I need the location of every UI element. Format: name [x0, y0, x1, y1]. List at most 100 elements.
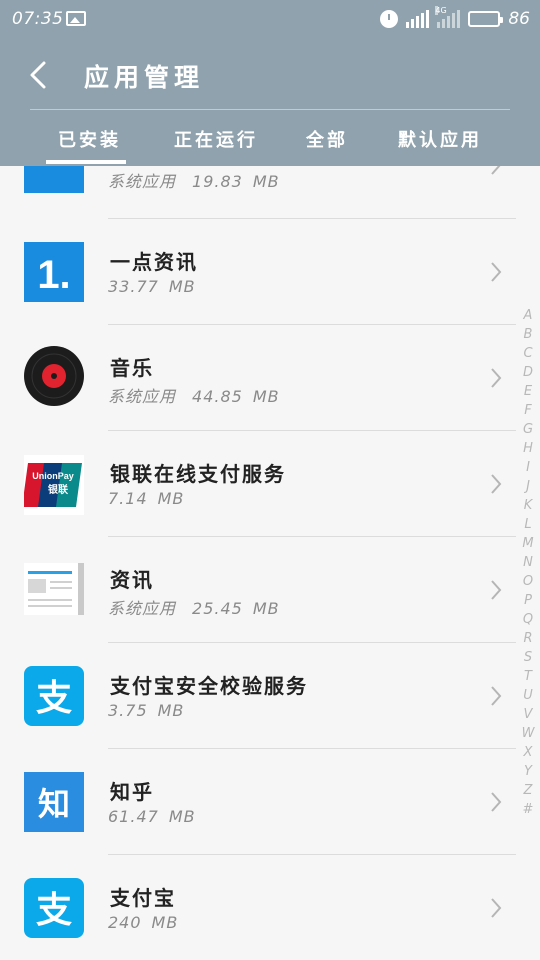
chevron-right-icon: [491, 166, 501, 175]
tab-installed[interactable]: 已安装: [58, 126, 121, 152]
list-item[interactable]: 知 知乎 61.47 MB: [0, 749, 516, 855]
alphabet-index-letter[interactable]: A: [524, 306, 533, 325]
battery-percent: 86: [508, 9, 530, 29]
alphabet-index-letter[interactable]: Z: [524, 781, 533, 800]
chevron-right-icon: [491, 262, 502, 282]
alphabet-index-letter[interactable]: #: [523, 800, 534, 819]
signal-icon: [406, 10, 430, 28]
app-meta: 3.75 MB: [108, 701, 184, 720]
alphabet-index-letter[interactable]: L: [524, 515, 531, 534]
list-item[interactable]: 系统应用 19.83 MB: [0, 166, 516, 218]
list-item[interactable]: UnionPay 银联 银联在线支付服务 7.14 MB: [0, 431, 516, 537]
alipay-icon: 支: [24, 878, 84, 938]
app-meta: 240 MB: [108, 913, 178, 932]
alphabet-index-letter[interactable]: C: [523, 344, 532, 363]
system-app-label: 系统应用: [108, 172, 177, 191]
app-size: 44.85: [192, 387, 243, 406]
alphabet-index-letter[interactable]: R: [523, 629, 532, 648]
zhihu-icon: 知: [24, 772, 84, 832]
alphabet-index-letter[interactable]: M: [522, 534, 533, 553]
unionpay-icon-cn: 银联: [48, 483, 68, 496]
alphabet-index-letter[interactable]: V: [524, 705, 533, 724]
alphabet-index-letter[interactable]: I: [526, 458, 530, 477]
image-notification-icon: [66, 11, 86, 26]
app-size: 3.75: [108, 701, 148, 720]
app-size-unit: MB: [151, 913, 179, 932]
app-size: 25.45: [192, 599, 243, 618]
alphabet-index-letter[interactable]: W: [522, 724, 535, 743]
tab-all[interactable]: 全部: [306, 126, 348, 152]
blue-app-icon: [24, 166, 84, 193]
app-name: 资讯: [110, 568, 154, 592]
list-item[interactable]: 1. 一点资讯 33.77 MB: [0, 219, 516, 325]
list-item[interactable]: 支 支付宝安全校验服务 3.75 MB: [0, 643, 516, 749]
chevron-right-icon: [491, 792, 502, 812]
list-item[interactable]: 资讯 系统应用 25.45 MB: [0, 537, 516, 643]
back-arrow-icon[interactable]: [26, 60, 52, 90]
app-meta: 33.77 MB: [108, 277, 196, 296]
alphabet-index-letter[interactable]: S: [524, 648, 532, 667]
alipay-icon: 支: [24, 666, 84, 726]
app-name: 银联在线支付服务: [110, 462, 286, 486]
app-size: 19.83: [192, 172, 243, 191]
app-size: 240: [108, 913, 142, 932]
yidian-icon: 1.: [24, 242, 84, 302]
page-title: 应用管理: [84, 63, 205, 92]
alarm-icon: [380, 10, 399, 28]
app-header: 07:35 4G 86 应用管理 已安装 正在运行 全部 默认应用: [0, 0, 540, 166]
alphabet-index-letter[interactable]: G: [523, 420, 533, 439]
alipay-icon-text: 支: [36, 890, 72, 931]
app-meta: 61.47 MB: [108, 807, 196, 826]
app-name: 支付宝: [110, 886, 176, 910]
signal-4g-icon: 4G: [435, 6, 461, 28]
alphabet-index-letter[interactable]: N: [523, 553, 533, 572]
alphabet-index-letter[interactable]: J: [526, 477, 530, 496]
alphabet-index[interactable]: A B C D E F G H I J K L M N O P Q R S T U V W X Y Z #: [520, 306, 536, 819]
unionpay-icon: UnionPay 银联: [24, 455, 84, 515]
title-bar: 应用管理: [0, 44, 540, 106]
list-item[interactable]: 支 支付宝 240 MB: [0, 855, 516, 960]
alphabet-index-letter[interactable]: F: [524, 401, 531, 420]
chevron-right-icon: [491, 898, 502, 918]
music-record-icon: [24, 346, 84, 406]
chevron-right-icon: [491, 580, 502, 600]
zhihu-icon-text: 知: [38, 785, 70, 823]
app-list: 系统应用 19.83 MB 1. 一点资讯 33.77 MB 音乐 系统应用 44.85…: [0, 166, 516, 960]
alphabet-index-letter[interactable]: T: [524, 667, 532, 686]
alphabet-index-letter[interactable]: Q: [523, 610, 533, 629]
active-tab-indicator: [46, 160, 126, 164]
alphabet-index-letter[interactable]: O: [523, 572, 533, 591]
alphabet-index-letter[interactable]: X: [524, 743, 533, 762]
alphabet-index-letter[interactable]: H: [523, 439, 533, 458]
list-item[interactable]: 音乐 系统应用 44.85 MB: [0, 325, 516, 431]
alphabet-index-letter[interactable]: B: [524, 325, 533, 344]
alphabet-index-letter[interactable]: D: [523, 363, 533, 382]
tab-default-apps[interactable]: 默认应用: [398, 126, 482, 152]
status-time: 07:35: [12, 9, 64, 29]
app-size-unit: MB: [252, 387, 280, 406]
app-name: 知乎: [110, 780, 154, 804]
app-name: 一点资讯: [110, 250, 198, 274]
tab-running[interactable]: 正在运行: [174, 126, 258, 152]
app-meta: 系统应用 44.85 MB: [108, 383, 280, 407]
status-icons: 4G 86: [380, 6, 530, 30]
header-divider: [30, 109, 510, 110]
yidian-icon-text: 1.: [37, 253, 70, 297]
app-size-unit: MB: [157, 489, 185, 508]
system-app-label: 系统应用: [108, 599, 177, 618]
alphabet-index-letter[interactable]: E: [524, 382, 532, 401]
app-meta: 系统应用 19.83 MB: [108, 168, 280, 192]
status-bar: 07:35 4G 86: [0, 0, 540, 38]
app-size-unit: MB: [157, 701, 185, 720]
app-size: 33.77: [108, 277, 159, 296]
tab-bar: 已安装 正在运行 全部 默认应用: [0, 112, 540, 166]
app-size-unit: MB: [168, 277, 196, 296]
alphabet-index-letter[interactable]: U: [523, 686, 533, 705]
app-name: 音乐: [110, 356, 154, 380]
alphabet-index-letter[interactable]: P: [524, 591, 532, 610]
app-size: 61.47: [108, 807, 159, 826]
alphabet-index-letter[interactable]: Y: [524, 762, 532, 781]
alphabet-index-letter[interactable]: K: [524, 496, 533, 515]
battery-icon: [468, 11, 504, 27]
app-size-unit: MB: [252, 172, 280, 191]
